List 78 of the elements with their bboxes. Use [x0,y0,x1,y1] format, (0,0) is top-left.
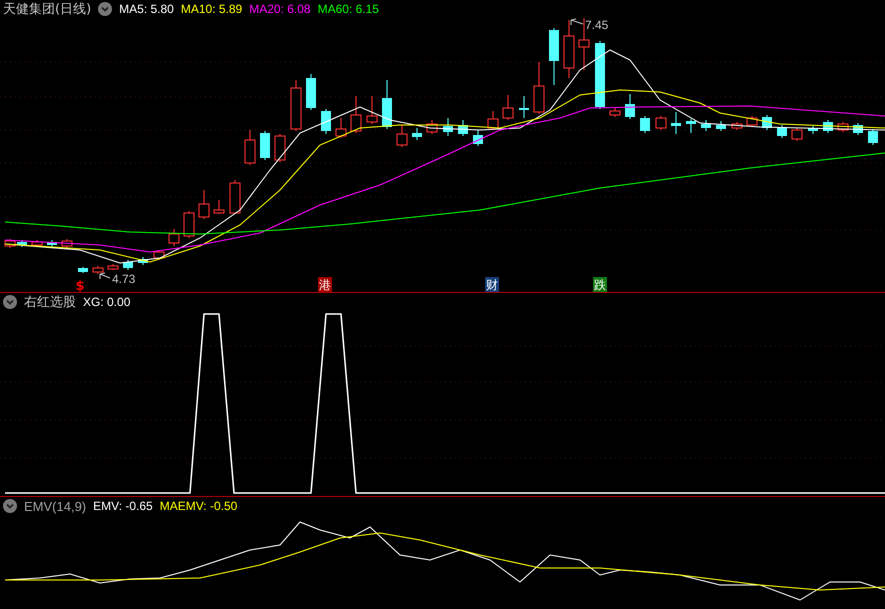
candlestick [792,128,802,142]
candlestick [230,180,240,214]
candlestick [138,256,148,266]
candlestick [47,240,57,248]
candlestick [701,120,711,132]
candlestick [274,134,286,162]
candlestick [732,122,742,130]
chevron-down-icon[interactable] [3,499,17,513]
event-marker: $ [75,279,85,292]
chevron-down-icon[interactable] [98,2,112,16]
candlestick [473,130,483,146]
candlestick [458,120,468,136]
indicator-value: MA20: 6.08 [249,2,311,16]
indicator-value: EMV: -0.65 [93,499,153,513]
candlestick [184,210,194,238]
candlestick [290,80,302,132]
indicator-title: EMV(14,9) [24,498,86,514]
candlestick [868,128,878,146]
candlestick [92,266,104,274]
candlestick [198,190,210,220]
candlestick [78,266,88,274]
indicator-title: 右红选股 [24,294,76,311]
candlestick [716,120,726,132]
candlestick [108,264,118,270]
candlestick [838,122,848,132]
candlestick [808,126,818,134]
chevron-down-icon[interactable] [3,295,17,309]
candlestick [321,108,331,134]
candlestick [382,80,392,130]
event-badge: 跌 [593,277,607,292]
candlestick [549,28,559,86]
candlestick [488,110,498,130]
candlestick [823,120,833,134]
indicator-value: MA60: 6.15 [318,2,379,16]
candlestick [777,124,787,138]
candlestick [762,114,772,130]
candlestick [17,240,27,248]
candlestick [502,94,514,120]
candlestick [595,40,605,110]
indicator-value: MAEMV: -0.50 [160,499,238,513]
candlestick [412,128,422,140]
candlestick [260,130,270,160]
stock-title: 天健集团(日线) [3,1,92,18]
candlestick [4,238,16,248]
leader-line [570,18,584,26]
candlestick [746,116,758,128]
candlestick [306,74,316,110]
candlestick [366,96,378,124]
candlestick [32,240,42,248]
candlestick [244,130,256,166]
candlestick [426,120,438,134]
candlestick [168,228,180,246]
price-label: 7.45 [585,18,608,32]
candlestick [625,94,635,120]
candlestick [640,116,650,134]
candlestick [534,62,544,114]
candlestick [123,260,133,270]
candlestick [350,96,362,134]
candlestick [336,118,346,138]
candlestick [443,118,453,136]
candlestick [671,112,681,134]
indicator-value: MA5: 5.80 [119,2,174,16]
event-badge: 财 [485,277,499,292]
candlestick [62,238,72,248]
candlestick [686,118,696,134]
leader-line [100,272,110,280]
price-label: 4.73 [112,272,136,286]
candlestick [154,250,164,260]
candlestick [853,122,863,136]
candlestick [610,108,620,118]
indicator-value: MA10: 5.89 [180,2,242,16]
indicator-value: XG: 0.00 [83,295,130,309]
event-badge: 港 [318,277,332,292]
candlestick [396,124,408,148]
candlestick [519,96,529,118]
candlestick [564,20,574,78]
candlestick [656,116,666,130]
candlestick [214,200,224,214]
